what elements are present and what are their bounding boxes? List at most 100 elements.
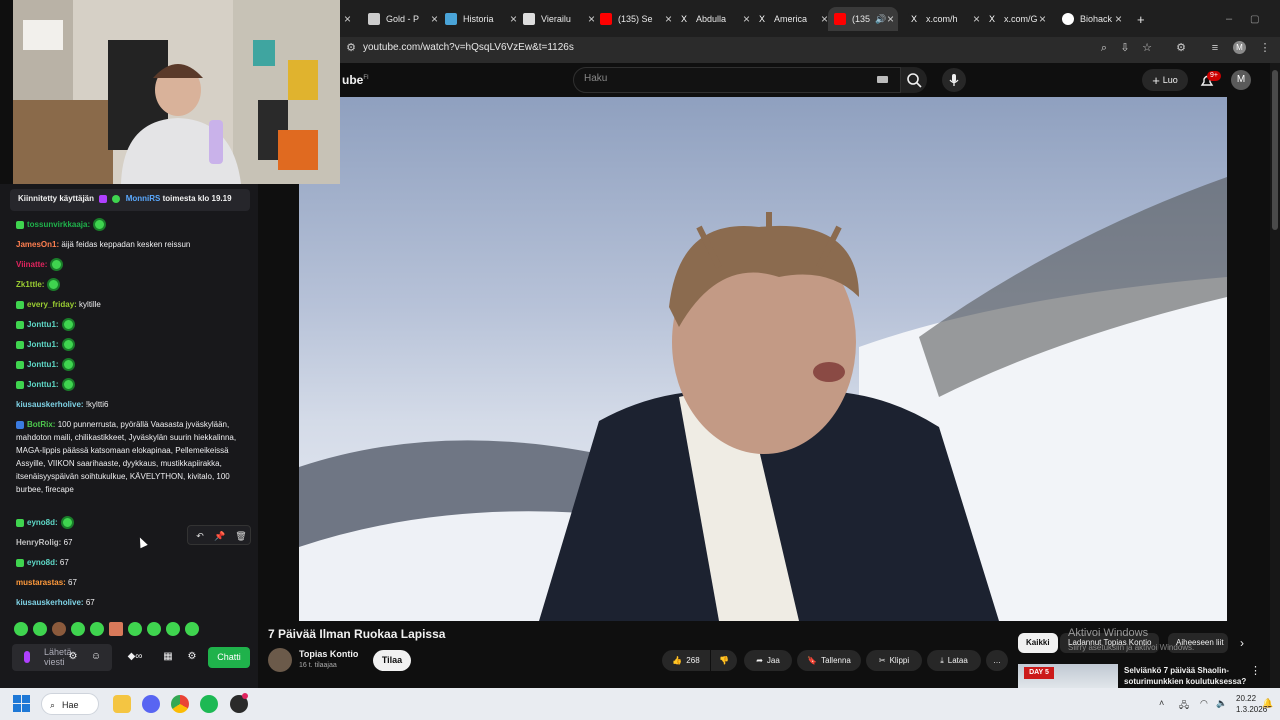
channel-avatar[interactable] (268, 648, 292, 672)
chip-all[interactable]: Kaikki (1018, 633, 1058, 653)
discord-icon[interactable] (142, 695, 160, 713)
browser-tab-4[interactable]: (135) Se × (600, 7, 672, 31)
recommended-video-thumbnail[interactable]: DAY 5 (1018, 664, 1118, 688)
pin-icon[interactable]: 📌 (213, 529, 227, 543)
volume-icon[interactable]: 🔈 (1216, 698, 1227, 709)
bits-icon[interactable]: ◆∞ (122, 650, 148, 664)
emoji-icon[interactable]: ☺ (89, 650, 103, 664)
notifications-icon[interactable]: 🔔 (1262, 698, 1273, 709)
close-icon[interactable]: × (973, 12, 980, 26)
recommended-video-title[interactable]: Selviänkö 7 päivää Shaolin-soturimunkkie… (1124, 665, 1249, 687)
emote-icon[interactable] (109, 622, 123, 636)
clip-button[interactable]: ✂ Klippi (866, 650, 922, 671)
close-icon[interactable]: × (743, 12, 750, 26)
browser-tab-active[interactable]: (135 🔊 × (828, 7, 898, 31)
subscribe-button[interactable]: Tilaa (373, 650, 411, 671)
minimize-button[interactable]: – (1226, 7, 1236, 31)
gift-icon[interactable]: ⚙ (66, 650, 80, 664)
emote-icon[interactable] (166, 622, 180, 636)
more-actions-button[interactable]: … (986, 650, 1008, 671)
more-vertical-icon[interactable]: ⋮ (1250, 664, 1261, 677)
pinned-user[interactable]: MonniRS (126, 194, 161, 203)
chat-username[interactable]: mustarastas: (16, 578, 66, 587)
dislike-button[interactable]: 👎 (711, 650, 737, 671)
tab-close-previous[interactable]: × (344, 7, 352, 31)
scrollbar-thumb[interactable] (1272, 70, 1278, 230)
chat-username[interactable]: eyno8d: (27, 558, 58, 567)
close-icon[interactable]: × (510, 12, 517, 26)
chat-username[interactable]: kiusauskerholive: (16, 400, 84, 409)
chat-username[interactable]: Viinatte: (16, 260, 47, 269)
youtube-logo[interactable]: ubeFI (342, 73, 369, 87)
store-icon[interactable]: ▦ (161, 650, 175, 664)
bookmark-star-icon[interactable]: ☆ (1140, 41, 1154, 55)
share-button[interactable]: ➦ Jaa (744, 650, 792, 671)
create-button[interactable]: + Luo (1142, 69, 1188, 91)
chat-send-button[interactable]: Chatti (208, 647, 250, 668)
browser-tab-8[interactable]: X x.com/h × (908, 7, 980, 31)
taskbar-time[interactable]: 20.22 (1236, 694, 1256, 703)
windows-start-icon[interactable] (13, 695, 30, 712)
chat-username[interactable]: Jonttu1: (27, 380, 59, 389)
chat-username[interactable]: Jonttu1: (27, 320, 59, 329)
extensions-icon[interactable]: ⚙ (1174, 41, 1188, 55)
close-icon[interactable]: × (344, 12, 352, 26)
keyboard-icon[interactable] (877, 76, 888, 83)
close-icon[interactable]: × (588, 12, 595, 26)
save-button[interactable]: 🔖 Tallenna (797, 650, 861, 671)
zoom-icon[interactable]: ⌕ (1097, 41, 1111, 55)
chat-username[interactable]: eyno8d: (27, 518, 58, 527)
speaker-icon[interactable]: 🔊 (875, 14, 886, 25)
chat-username[interactable]: tossunvirkkaaja: (27, 220, 90, 229)
browser-tab-10[interactable]: Biohack × (1062, 7, 1122, 31)
emote-icon[interactable] (90, 622, 104, 636)
spotify-icon[interactable] (200, 695, 218, 713)
emote-icon[interactable] (185, 622, 199, 636)
install-icon[interactable]: ⇩ (1118, 41, 1132, 55)
close-icon[interactable]: × (1115, 12, 1122, 26)
maximize-button[interactable]: ▢ (1250, 7, 1260, 31)
browser-tab-5[interactable]: X Abdulla × (678, 7, 750, 31)
emote-icon[interactable] (147, 622, 161, 636)
chat-username[interactable]: Jonttu1: (27, 360, 59, 369)
chat-username[interactable]: BotRix: (27, 420, 55, 429)
emote-icon[interactable] (33, 622, 47, 636)
close-icon[interactable]: × (1039, 12, 1046, 26)
close-icon[interactable]: × (431, 12, 438, 26)
channel-name[interactable]: Topias Kontio (299, 649, 358, 659)
browser-tab-3[interactable]: Vierailu × (523, 7, 595, 31)
browser-tab-9[interactable]: X x.com/G × (986, 7, 1046, 31)
emote-icon[interactable] (14, 622, 28, 636)
taskbar-search[interactable]: ⌕ Hae (41, 693, 99, 715)
voice-search-button[interactable] (942, 68, 966, 92)
microphone-icon[interactable] (24, 651, 30, 663)
file-explorer-icon[interactable] (113, 695, 131, 713)
search-input[interactable] (573, 67, 901, 93)
browser-tab-6[interactable]: X America × (756, 7, 828, 31)
browser-menu-icon[interactable]: ⋮ (1258, 41, 1272, 55)
site-info-icon[interactable]: ⚙ (344, 41, 358, 55)
settings-gear-icon[interactable]: ⚙ (185, 650, 199, 664)
chat-username[interactable]: HenryRolig: (16, 538, 61, 547)
search-button[interactable] (901, 67, 927, 93)
emote-icon[interactable] (128, 622, 142, 636)
chat-username[interactable]: JamesOn1: (16, 240, 59, 249)
emote-icon[interactable] (71, 622, 85, 636)
network-icon[interactable]: 🖧 (1179, 698, 1189, 714)
chat-username[interactable]: Jonttu1: (27, 340, 59, 349)
close-icon[interactable]: × (887, 12, 894, 26)
video-player[interactable] (299, 97, 1227, 621)
close-icon[interactable]: × (821, 12, 828, 26)
new-tab-button[interactable]: + (1137, 7, 1149, 31)
trash-icon[interactable]: 🗑 (234, 529, 248, 543)
download-button[interactable]: ⤓ Lataa (927, 650, 981, 671)
chevron-up-icon[interactable]: ˄ (1159, 698, 1164, 708)
chevron-right-icon[interactable]: › (1240, 636, 1244, 650)
url-field[interactable]: youtube.com/watch?v=hQsqLV6VzEw&t=1126s (363, 42, 574, 53)
chat-username[interactable]: Zk1ttle: (16, 280, 44, 289)
like-button[interactable]: 👍 268 (662, 650, 710, 671)
reply-icon[interactable]: ↶ (193, 529, 207, 543)
wifi-icon[interactable]: ◠ (1200, 698, 1208, 709)
media-icon[interactable]: ≡ (1208, 41, 1222, 55)
chrome-icon[interactable] (171, 695, 189, 713)
